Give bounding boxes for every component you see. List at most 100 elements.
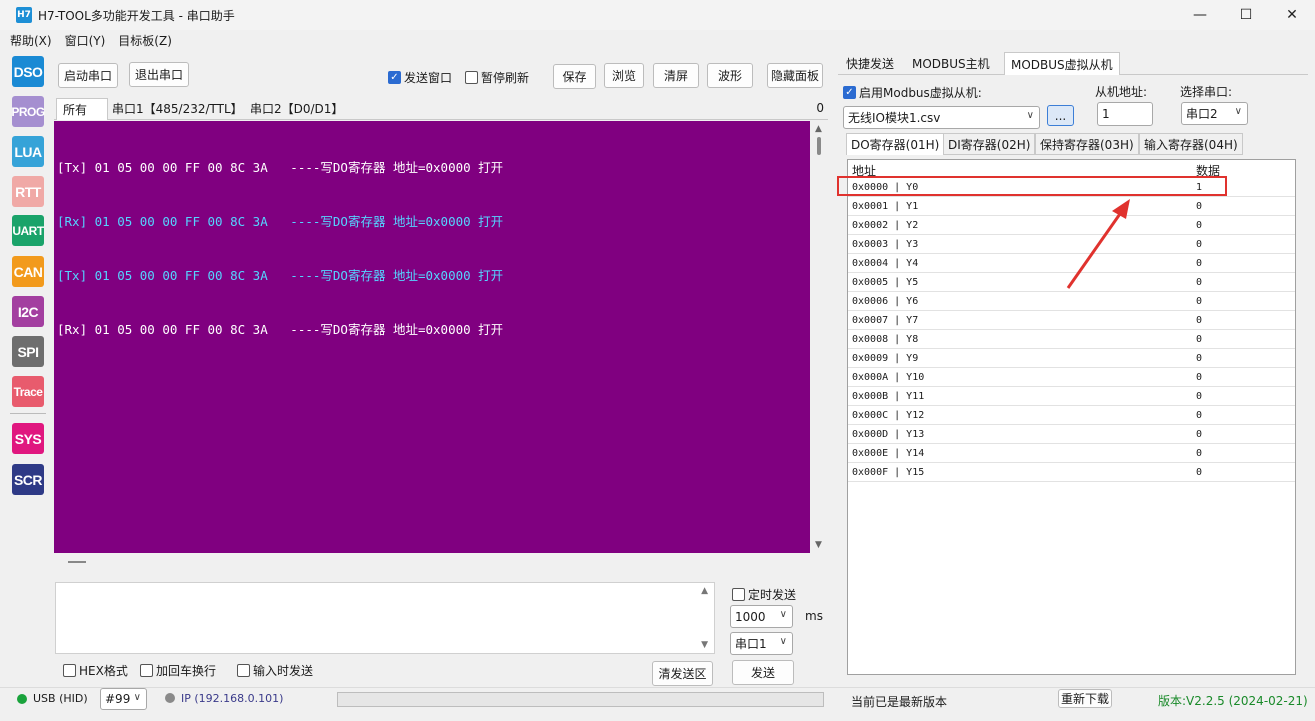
table-row[interactable]: 0x000C | Y12 0 xyxy=(848,406,1295,425)
sidebar-prog-button[interactable]: PROG xyxy=(11,96,45,127)
row-value[interactable]: 0 xyxy=(1196,201,1202,212)
maximize-button[interactable]: ☐ xyxy=(1223,0,1269,30)
row-value[interactable]: 0 xyxy=(1196,429,1202,440)
row-address: 0x0005 | Y5 xyxy=(852,277,919,288)
sidebar-spi-button[interactable]: SPI xyxy=(12,336,44,367)
minimize-button[interactable]: — xyxy=(1177,0,1223,30)
scroll-thumb[interactable] xyxy=(817,137,821,155)
tab-all[interactable]: 所有 xyxy=(56,98,108,120)
row-value[interactable]: 0 xyxy=(1196,353,1202,364)
save-button[interactable]: 保存 xyxy=(553,64,596,89)
row-value[interactable]: 0 xyxy=(1196,467,1202,478)
row-value[interactable]: 0 xyxy=(1196,220,1202,231)
table-row[interactable]: 0x000B | Y11 0 xyxy=(848,387,1295,406)
slave-address-input[interactable]: 1 xyxy=(1097,102,1153,126)
tab-modbus-master[interactable]: MODBUS主机 xyxy=(906,52,996,74)
file-browse-button[interactable]: ... xyxy=(1047,105,1074,126)
menu-help[interactable]: 帮助(X) xyxy=(10,32,52,49)
checkbox-empty-icon xyxy=(237,664,250,677)
sidebar-sys-button[interactable]: SYS xyxy=(12,423,44,454)
terminal-output[interactable]: [Tx] 01 05 00 00 FF 00 8C 3A ----写DO寄存器 … xyxy=(54,121,810,553)
sidebar-dso-button[interactable]: DSO xyxy=(12,56,44,87)
sidebar-scr-button[interactable]: SCR xyxy=(12,464,44,495)
sidebar-can-button[interactable]: CAN xyxy=(12,256,44,287)
tab-di-register[interactable]: DI寄存器(02H) xyxy=(943,133,1036,155)
sidebar-uart-button[interactable]: UART xyxy=(12,215,44,246)
enable-slave-checkbox[interactable]: ✓ 启用Modbus虚拟从机: xyxy=(843,84,982,101)
table-row[interactable]: 0x0009 | Y9 0 xyxy=(848,349,1295,368)
timed-send-checkbox[interactable]: 定时发送 xyxy=(732,586,796,603)
chevron-down-icon: ∨ xyxy=(779,636,787,647)
csv-file-combo[interactable]: 无线IO模块1.csv ∨ xyxy=(843,106,1040,129)
usb-status-icon xyxy=(17,694,27,704)
send-button[interactable]: 发送 xyxy=(732,660,794,685)
checkbox-empty-icon xyxy=(732,588,745,601)
table-row[interactable]: 0x000E | Y14 0 xyxy=(848,444,1295,463)
terminal-horizontal-scrollbar[interactable] xyxy=(54,553,810,570)
log-tab-bar: 所有 串口1【485/232/TTL】 串口2【D0/D1】 0 xyxy=(54,98,828,120)
table-row[interactable]: 0x0008 | Y8 0 xyxy=(848,330,1295,349)
scroll-up-icon[interactable]: ▲ xyxy=(815,124,822,134)
clear-screen-button[interactable]: 清屏 xyxy=(653,63,699,88)
row-value[interactable]: 0 xyxy=(1196,239,1202,250)
hex-format-checkbox[interactable]: HEX格式 xyxy=(63,662,128,679)
tab-quick-send[interactable]: 快捷发送 xyxy=(840,52,900,74)
row-address: 0x0004 | Y4 xyxy=(852,258,919,269)
tab-serial2[interactable]: 串口2【D0/D1】 xyxy=(244,98,349,119)
slave-port-combo[interactable]: 串口2 ∨ xyxy=(1181,102,1248,125)
close-port-button[interactable]: 退出串口 xyxy=(129,62,189,87)
terminal-vertical-scrollbar[interactable]: ▲ ▼ xyxy=(811,121,828,553)
row-value[interactable]: 0 xyxy=(1196,315,1202,326)
scroll-down-icon[interactable]: ▼ xyxy=(815,540,822,550)
table-row[interactable]: 0x0007 | Y7 0 xyxy=(848,311,1295,330)
interval-combo[interactable]: 1000 ∨ xyxy=(730,605,793,628)
row-address: 0x000A | Y10 xyxy=(852,372,925,383)
tab-modbus-slave[interactable]: MODBUS虚拟从机 xyxy=(1004,52,1120,75)
row-value[interactable]: 0 xyxy=(1196,448,1202,459)
menu-window[interactable]: 窗口(Y) xyxy=(65,32,106,49)
browse-button[interactable]: 浏览 xyxy=(604,63,644,88)
sidebar-lua-button[interactable]: LUA xyxy=(12,136,44,167)
tab-holding-register[interactable]: 保持寄存器(03H) xyxy=(1035,133,1139,155)
scroll-down-icon[interactable]: ▼ xyxy=(701,640,708,650)
sidebar-trace-button[interactable]: Trace xyxy=(12,376,44,407)
row-value[interactable]: 0 xyxy=(1196,258,1202,269)
open-port-button[interactable]: 启动串口 xyxy=(58,63,118,88)
menu-target-board[interactable]: 目标板(Z) xyxy=(118,32,172,49)
send-port-combo[interactable]: 串口1 ∨ xyxy=(730,632,793,655)
send-window-checkbox[interactable]: ✓ 发送窗口 xyxy=(388,69,452,86)
pause-refresh-checkbox[interactable]: 暂停刷新 xyxy=(465,69,529,86)
sidebar-i2c-button[interactable]: I2C xyxy=(12,296,44,327)
redownload-button[interactable]: 重新下载 xyxy=(1058,689,1112,708)
send-textarea[interactable]: ▲ ▼ xyxy=(55,582,715,654)
clear-send-button[interactable]: 清发送区 xyxy=(652,661,713,686)
sidebar-rtt-button[interactable]: RTT xyxy=(12,176,44,207)
row-value[interactable]: 0 xyxy=(1196,277,1202,288)
log-count: 0 xyxy=(816,101,824,115)
waveform-button[interactable]: 波形 xyxy=(707,63,753,88)
table-row[interactable]: 0x000A | Y10 0 xyxy=(848,368,1295,387)
row-value[interactable]: 0 xyxy=(1196,410,1202,421)
hscroll-thumb[interactable] xyxy=(68,561,86,563)
table-row[interactable]: 0x000F | Y15 0 xyxy=(848,463,1295,482)
tab-serial1[interactable]: 串口1【485/232/TTL】 xyxy=(106,98,249,119)
chevron-down-icon: ∨ xyxy=(133,692,141,703)
hide-panel-button[interactable]: 隐藏面板 xyxy=(767,63,823,88)
add-newline-checkbox[interactable]: 加回车换行 xyxy=(140,662,216,679)
interval-unit: ms xyxy=(805,609,823,623)
tab-input-register[interactable]: 输入寄存器(04H) xyxy=(1139,133,1243,155)
close-button[interactable]: ✕ xyxy=(1269,0,1315,30)
send-on-input-checkbox[interactable]: 输入时发送 xyxy=(237,662,313,679)
row-address: 0x000D | Y13 xyxy=(852,429,925,440)
row-value[interactable]: 0 xyxy=(1196,296,1202,307)
row-value[interactable]: 0 xyxy=(1196,372,1202,383)
scroll-up-icon[interactable]: ▲ xyxy=(701,586,708,596)
row-value[interactable]: 0 xyxy=(1196,391,1202,402)
device-combo[interactable]: #99 ∨ xyxy=(100,688,147,710)
row-value[interactable]: 0 xyxy=(1196,334,1202,345)
tab-do-register[interactable]: DO寄存器(01H) xyxy=(846,133,945,155)
send-window-label: 发送窗口 xyxy=(404,71,453,85)
slave-port-value: 串口2 xyxy=(1186,107,1218,121)
title-bar: H7 H7-TOOL多功能开发工具 - 串口助手 — ☐ ✕ xyxy=(0,0,1315,30)
table-row[interactable]: 0x000D | Y13 0 xyxy=(848,425,1295,444)
